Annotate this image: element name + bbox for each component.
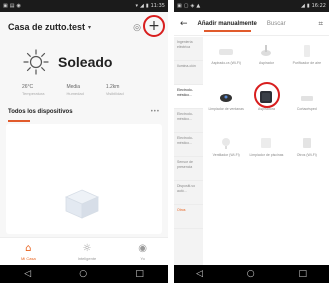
weather-stat: 1.2km Visibilidad xyxy=(106,84,124,96)
bottom-tab-bar: ⌂ Mi Casa ☼ Inteligente ◉ Yo xyxy=(0,237,168,265)
stat-value: Media xyxy=(66,84,81,90)
status-icons-left: ▣ ▤ ◉ xyxy=(3,3,21,9)
status-bar: ▣ ▤ ◉ ▾ ◢ ▮ 11:35 xyxy=(0,0,168,12)
category-sidebar: Ingeniería eléctrica Ilumina-ción Electr… xyxy=(174,37,203,265)
stat-label: Visibilidad xyxy=(105,91,124,96)
voice-assistant-icon[interactable]: ◎ xyxy=(131,21,143,33)
sun-icon xyxy=(23,49,49,75)
weather-stat: Media Humedad xyxy=(66,84,83,96)
tab-label: Yo xyxy=(140,255,145,261)
device-name: Ventilador (Wi-Fi) xyxy=(212,153,240,157)
status-icons-right: ▾ ◢ ▮ 11:35 xyxy=(135,3,165,9)
vacuum-icon xyxy=(261,45,272,56)
status-icons-left: ▣ ▢ ◈ ▲ xyxy=(177,3,201,9)
device-tile-robot-vacuum[interactable]: Aspiradora xyxy=(246,82,286,124)
status-time: 16:22 xyxy=(311,3,326,9)
device-name: Aspirado-ra (Wi-Fi) xyxy=(211,61,241,65)
scan-icon[interactable]: ⌗ xyxy=(318,19,323,29)
category-item[interactable]: Otros xyxy=(174,205,203,229)
weather-summary: Soleado xyxy=(22,48,112,76)
sun-small-icon: ☼ xyxy=(82,242,92,254)
device-name: Purificador de aire xyxy=(292,61,322,65)
air-purifier-icon xyxy=(303,45,310,57)
category-item[interactable]: Electrodo-méstico... xyxy=(174,133,203,157)
vacuum-wifi-icon xyxy=(219,49,234,55)
battery-icon: ▮ xyxy=(306,3,310,9)
tab-label: Inteligente xyxy=(77,255,97,261)
add-device-header: ← Añadir manualmente Buscar ⌗ xyxy=(174,12,329,36)
category-item[interactable]: Ingeniería eléctrica xyxy=(174,37,203,61)
nav-back-icon[interactable]: ◁ xyxy=(196,269,203,279)
stat-label: Temperatura xyxy=(22,91,45,96)
nav-home-icon[interactable]: ○ xyxy=(79,269,87,279)
android-nav-bar: ◁ ○ □ xyxy=(174,265,329,283)
status-time: 11:35 xyxy=(150,3,165,9)
wifi-icon: ▾ xyxy=(135,3,138,9)
nav-home-icon[interactable]: ○ xyxy=(247,269,255,279)
category-item[interactable]: Sensor de presencia xyxy=(174,157,203,181)
device-name: Cortacésped xyxy=(296,107,317,111)
category-item[interactable]: Ilumina-ción xyxy=(174,61,203,85)
home-header: Casa de zutto.test ▾ ◎ + xyxy=(0,14,168,40)
home-icon: ⌂ xyxy=(25,242,32,254)
tab-all-devices[interactable]: Todos los dispositivos xyxy=(8,109,73,115)
nav-recents-icon[interactable]: □ xyxy=(135,269,144,279)
category-item[interactable]: Dispositi-vo autó... xyxy=(174,181,203,205)
phone-left-home-screen: ▣ ▤ ◉ ▾ ◢ ▮ 11:35 Casa de zutto.test ▾ ◎ +… xyxy=(0,0,168,283)
device-name: Otros (Wi-Fi) xyxy=(296,153,317,157)
status-icons-right: ◢ ▮ 16:22 xyxy=(301,3,326,9)
device-tile[interactable]: Otros (Wi-Fi) xyxy=(287,132,327,170)
tab-search[interactable]: Buscar xyxy=(267,21,286,27)
user-icon: ◉ xyxy=(138,242,147,254)
device-tile[interactable]: Aspirador xyxy=(246,40,286,78)
stat-value: 26°C xyxy=(22,84,34,90)
battery-icon: ▮ xyxy=(145,3,149,9)
pool-cleaner-icon xyxy=(261,138,272,148)
status-bar: ▣ ▢ ◈ ▲ ◢ ▮ 16:22 xyxy=(174,0,329,12)
weather-condition: Soleado xyxy=(58,54,113,70)
device-name: Limpiador de piscinas xyxy=(249,153,284,157)
device-name: Aspirador xyxy=(258,61,274,65)
tab-add-manually[interactable]: Añadir manualmente xyxy=(198,21,257,32)
more-options-icon[interactable]: ••• xyxy=(151,109,160,115)
android-nav-bar: ◁ ○ □ xyxy=(0,265,168,283)
add-device-button[interactable]: + xyxy=(143,15,165,37)
nav-recents-icon[interactable]: □ xyxy=(299,269,308,279)
device-tile[interactable]: Limpiador de piscinas xyxy=(246,132,286,170)
empty-box-icon xyxy=(65,189,99,219)
signal-icon: ◢ xyxy=(139,3,144,9)
weather-stat: 26°C Temperatura xyxy=(22,84,44,96)
category-item[interactable]: Electrodo-méstico... xyxy=(174,85,203,109)
other-device-icon xyxy=(302,138,311,148)
tab-profile[interactable]: ◉ Yo xyxy=(138,243,147,261)
signal-icon: ◢ xyxy=(300,3,305,9)
back-arrow-icon[interactable]: ← xyxy=(180,19,188,29)
devices-section-header: Todos los dispositivos ••• xyxy=(8,109,160,115)
tab-home[interactable]: ⌂ Mi Casa xyxy=(21,243,36,261)
device-name: Limpiador de ventanas xyxy=(208,107,244,111)
home-selector[interactable]: Casa de zutto.test xyxy=(8,22,85,32)
stat-value: 1.2km xyxy=(105,84,120,90)
device-list-empty xyxy=(6,124,162,234)
device-tile[interactable]: Purificador de aire xyxy=(287,40,327,78)
lawn-mower-icon xyxy=(300,96,313,101)
device-tile[interactable]: Limpiador de ventanas xyxy=(206,86,246,124)
fan-icon xyxy=(222,138,231,149)
device-tile[interactable]: Aspirado-ra (Wi-Fi) xyxy=(206,40,246,78)
active-tab-indicator xyxy=(8,120,30,122)
device-tile[interactable]: Cortacésped xyxy=(287,86,327,124)
weather-stats: 26°C Temperatura Media Humedad 1.2km Vis… xyxy=(22,84,124,96)
device-tile[interactable]: Ventilador (Wi-Fi) xyxy=(206,132,246,170)
nav-back-icon[interactable]: ◁ xyxy=(24,269,31,279)
category-item[interactable]: Electrodo-méstico... xyxy=(174,109,203,133)
device-type-grid: Aspirado-ra (Wi-Fi) Aspirador Purificado… xyxy=(206,40,327,170)
phone-right-add-device-screen: ▣ ▢ ◈ ▲ ◢ ▮ 16:22 ← Añadir manualmente Busc… xyxy=(174,0,329,283)
chevron-down-icon[interactable]: ▾ xyxy=(88,24,91,31)
tab-label: Mi Casa xyxy=(21,255,36,261)
highlight-circle xyxy=(254,82,281,108)
window-cleaner-icon xyxy=(220,94,233,102)
tab-smart[interactable]: ☼ Inteligente xyxy=(78,243,96,261)
stat-label: Humedad xyxy=(66,91,84,96)
